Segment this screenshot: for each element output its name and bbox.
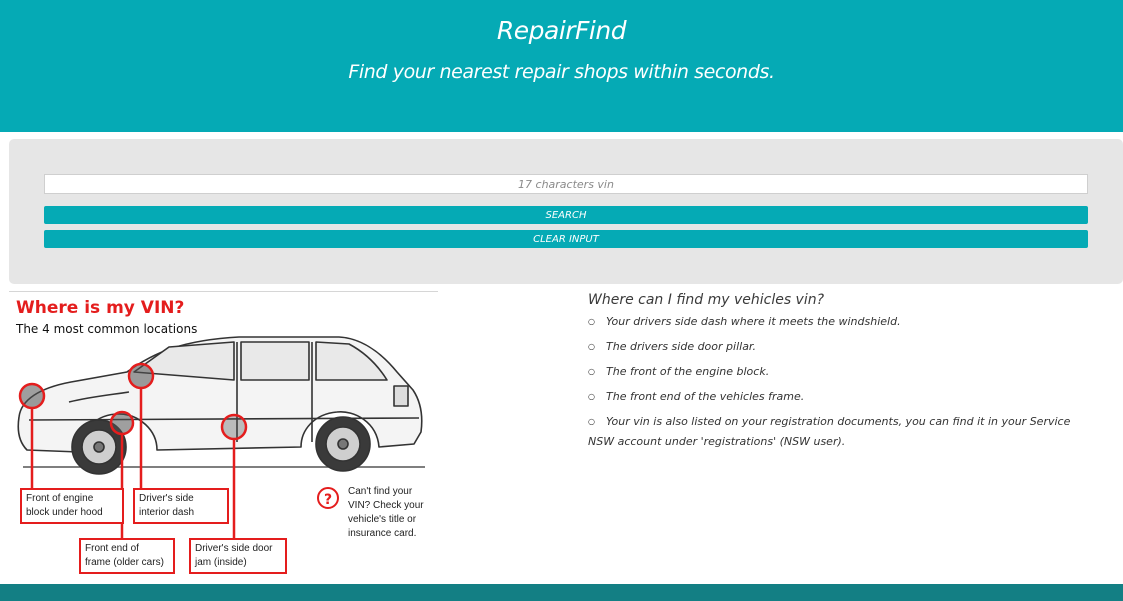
callout-door-jam: Driver's side door jam (inside) xyxy=(189,538,287,574)
callout-dash-line2: interior dash xyxy=(139,507,195,518)
list-item-text: Your vin is also listed on your registra… xyxy=(588,415,1071,448)
callout-door-line1: Driver's side door xyxy=(195,543,273,554)
site-title: RepairFind xyxy=(496,16,627,45)
callout-frame-line1: Front end of xyxy=(85,543,139,554)
callout-engine-block: Front of engine block under hood xyxy=(20,488,124,524)
callout-interior-dash: Driver's side interior dash xyxy=(133,488,229,524)
callout-frame: Front end of frame (older cars) xyxy=(79,538,175,574)
list-item: ○ The front end of the vehicles frame. xyxy=(588,387,1098,407)
bullet-icon: ○ xyxy=(588,367,595,376)
callout-door-line2: jam (inside) xyxy=(195,557,247,568)
vin-location-list: ○ Your drivers side dash where it meets t… xyxy=(588,312,1098,452)
vin-input[interactable] xyxy=(44,174,1088,194)
callout-frame-line2: frame (older cars) xyxy=(85,557,164,568)
list-item-text: The drivers side door pillar. xyxy=(606,340,756,353)
search-button[interactable]: SEARCH xyxy=(44,206,1088,224)
list-item: ○ The front of the engine block. xyxy=(588,362,1098,382)
bullet-icon: ○ xyxy=(588,342,595,351)
vin-locations-figure: Where is my VIN? The 4 most common locat… xyxy=(9,291,438,579)
site-header: RepairFind Find your nearest repair shop… xyxy=(0,0,1123,132)
footer-bar xyxy=(0,584,1123,601)
list-item: ○ Your vin is also listed on your registr… xyxy=(588,412,1098,452)
bullet-icon: ○ xyxy=(588,392,595,401)
bullet-icon: ○ xyxy=(588,417,595,426)
callout-engine-line2: block under hood xyxy=(26,507,103,518)
list-item: ○ Your drivers side dash where it meets t… xyxy=(588,312,1098,332)
callout-dash-line1: Driver's side xyxy=(139,493,194,504)
vin-search-panel: SEARCH CLEAR INPUT xyxy=(9,139,1123,284)
list-item-text: The front of the engine block. xyxy=(606,365,770,378)
list-item: ○ The drivers side door pillar. xyxy=(588,337,1098,357)
vin-info-heading: Where can I find my vehicles vin? xyxy=(588,292,825,308)
site-tagline: Find your nearest repair shops within se… xyxy=(348,61,775,83)
clear-input-button[interactable]: CLEAR INPUT xyxy=(44,230,1088,248)
question-icon: ? xyxy=(317,487,339,509)
bullet-icon: ○ xyxy=(588,317,595,326)
list-item-text: The front end of the vehicles frame. xyxy=(606,390,805,403)
list-item-text: Your drivers side dash where it meets th… xyxy=(606,315,901,328)
vin-help-text: Can't find your VIN? Check your vehicle'… xyxy=(348,486,424,539)
callout-engine-line1: Front of engine xyxy=(26,493,94,504)
vin-info-section: Where can I find my vehicles vin? ○ Your … xyxy=(588,292,1098,457)
